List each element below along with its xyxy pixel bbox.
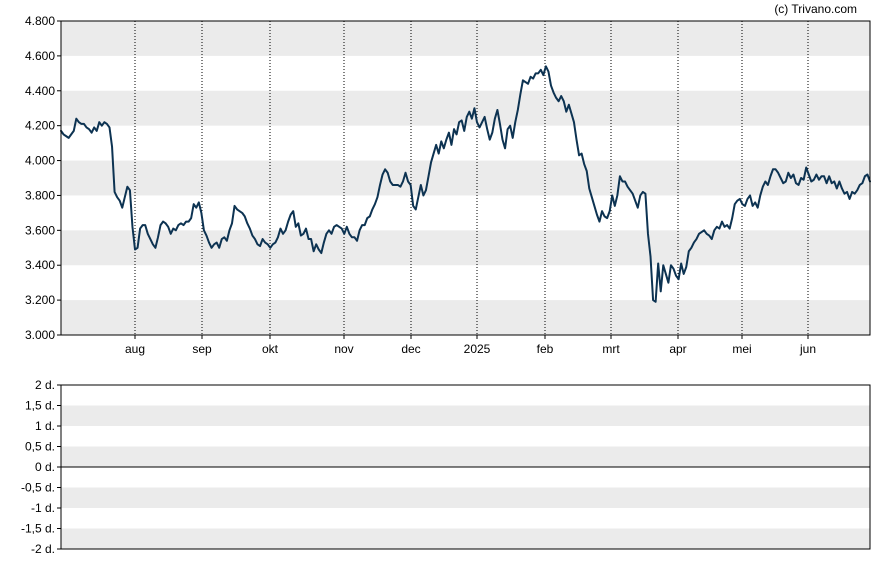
price-chart-bands — [61, 21, 870, 335]
source-credit: (c) Trivano.com — [774, 2, 857, 16]
indicator-y-tick-label-5: -0,5 d. — [21, 481, 55, 495]
price-band-4 — [61, 160, 870, 196]
price-band-8 — [61, 21, 870, 56]
price-chart-x-axis: aug sep okt nov dec 2025 feb mrt apr mei jun — [125, 335, 816, 356]
x-tick-label-dec: dec — [401, 342, 420, 356]
price-band-0 — [61, 300, 870, 335]
x-tick-label-feb: feb — [537, 342, 554, 356]
indicator-y-tick-label-8: -2 d. — [31, 542, 55, 556]
indicator-y-tick-label-1: 1,5 d. — [25, 399, 55, 413]
indicator-band-2 — [61, 487, 870, 508]
indicator-y-tick-label-0: 2 d. — [35, 378, 55, 392]
indicator-band-0 — [61, 528, 870, 549]
x-tick-label-nov: nov — [334, 342, 353, 356]
indicator-y-tick-label-4: 0 d. — [35, 460, 55, 474]
x-tick-label-2025: 2025 — [464, 342, 491, 356]
y-tick-label-3.800: 3.800 — [25, 188, 55, 202]
y-tick-label-4.400: 4.400 — [25, 84, 55, 98]
price-band-2 — [61, 230, 870, 266]
x-tick-label-mrt: mrt — [602, 342, 620, 356]
indicator-chart-panel: 2 d. 1,5 d. 1 d. 0,5 d. 0 d. -0,5 d. -1 d. -1,5… — [21, 378, 871, 556]
indicator-chart-bands — [61, 405, 870, 549]
indicator-band-4 — [61, 446, 870, 467]
indicator-y-tick-label-2: 1 d. — [35, 419, 55, 433]
indicator-chart-y-axis: 2 d. 1,5 d. 1 d. 0,5 d. 0 d. -0,5 d. -1 d. -1,5… — [21, 378, 61, 556]
chart-canvas: 4.800 4.600 4.400 4.200 4.000 3.800 3.600 3.400… — [21, 2, 871, 556]
x-tick-label-aug: aug — [125, 342, 145, 356]
price-chart-y-axis: 4.800 4.600 4.400 4.200 4.000 3.800 3.600 3.400… — [25, 14, 61, 342]
indicator-band-6 — [61, 405, 870, 426]
y-tick-label-4.200: 4.200 — [25, 119, 55, 133]
y-tick-label-4.800: 4.800 — [25, 14, 55, 28]
y-tick-label-3.000: 3.000 — [25, 328, 55, 342]
indicator-y-tick-label-3: 0,5 d. — [25, 440, 55, 454]
x-tick-label-sep: sep — [192, 342, 212, 356]
y-tick-label-4.600: 4.600 — [25, 49, 55, 63]
indicator-y-tick-label-6: -1 d. — [31, 501, 55, 515]
x-tick-label-jun: jun — [799, 342, 816, 356]
price-chart-panel: 4.800 4.600 4.400 4.200 4.000 3.800 3.600 3.400… — [25, 2, 871, 356]
x-tick-label-okt: okt — [262, 342, 279, 356]
y-tick-label-3.200: 3.200 — [25, 293, 55, 307]
x-tick-label-apr: apr — [669, 342, 686, 356]
indicator-y-tick-label-7: -1,5 d. — [21, 522, 55, 536]
y-tick-label-4.000: 4.000 — [25, 154, 55, 168]
chart-figure: 4.800 4.600 4.400 4.200 4.000 3.800 3.600 3.400… — [0, 0, 888, 565]
y-tick-label-3.600: 3.600 — [25, 223, 55, 237]
y-tick-label-3.400: 3.400 — [25, 258, 55, 272]
x-tick-label-mei: mei — [732, 342, 751, 356]
